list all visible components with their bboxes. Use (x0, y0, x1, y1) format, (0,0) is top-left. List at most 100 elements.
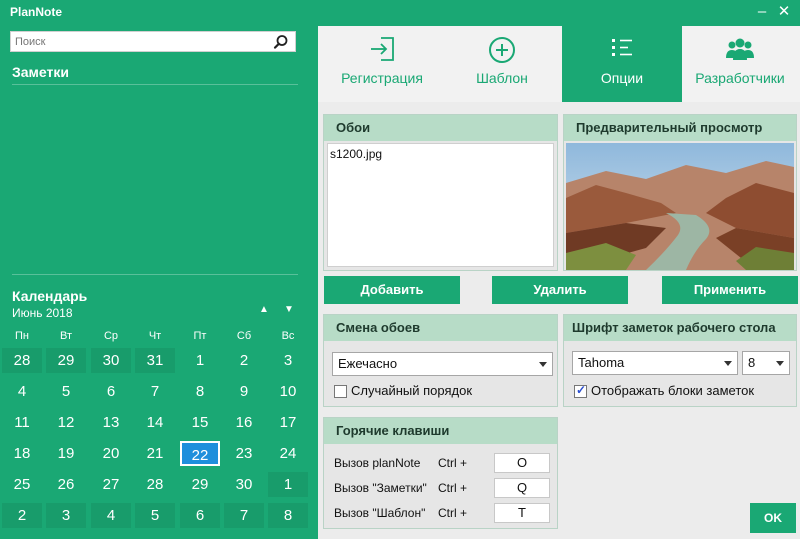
add-button[interactable]: Добавить (324, 276, 460, 304)
dropdown-arrow-icon (776, 361, 784, 366)
hotkey-label: Вызов planNote (334, 456, 421, 470)
chevron-down-icon[interactable]: ▼ (281, 304, 297, 318)
calendar-day[interactable]: 31 (135, 348, 175, 373)
calendar-day[interactable]: 30 (224, 472, 264, 497)
hotkey-modifier: Ctrl + (438, 456, 468, 470)
calendar-day[interactable]: 10 (268, 379, 308, 404)
calendar-day[interactable]: 13 (91, 410, 131, 435)
calendar-day[interactable]: 25 (2, 472, 42, 497)
font-family-value: Tahoma (578, 355, 625, 370)
hotkey-field-template[interactable]: T (494, 503, 550, 523)
calendar-day[interactable]: 5 (46, 379, 86, 404)
calendar-day[interactable]: 17 (268, 410, 308, 435)
hotkeys-panel: Горячие клавиши Вызов planNote Ctrl + O … (323, 417, 558, 529)
hotkey-field-plannote[interactable]: O (494, 453, 550, 473)
preview-panel: Предварительный просмотр (563, 114, 797, 271)
search-box (10, 31, 296, 52)
calendar-day[interactable]: 8 (268, 503, 308, 528)
users-icon (726, 38, 754, 60)
random-order-checkbox[interactable] (334, 385, 347, 398)
calendar-day[interactable]: 4 (91, 503, 131, 528)
calendar-weekday: Вс (281, 330, 295, 342)
calendar-day[interactable]: 29 (180, 472, 220, 497)
calendar-day[interactable]: 26 (46, 472, 86, 497)
hotkey-field-notes[interactable]: Q (494, 478, 550, 498)
calendar-weekday: Сб (236, 330, 252, 342)
calendar-weekday: Ср (103, 330, 119, 342)
search-icon[interactable] (273, 34, 289, 50)
calendar-day[interactable]: 2 (2, 503, 42, 528)
tab-label: Шаблон (476, 70, 528, 86)
app-title: PlanNote (10, 5, 63, 19)
tab-label: Опции (600, 70, 644, 86)
calendar-day[interactable]: 18 (2, 441, 42, 466)
show-blocks-checkbox[interactable]: ✓ (574, 383, 587, 398)
tab-options[interactable]: Опции (562, 26, 682, 102)
tab-registration[interactable]: Регистрация (322, 26, 442, 102)
font-family-select[interactable]: Tahoma (572, 351, 738, 375)
calendar-day[interactable]: 28 (2, 348, 42, 373)
calendar-day[interactable]: 6 (91, 379, 131, 404)
delete-button[interactable]: Удалить (492, 276, 628, 304)
divider (12, 274, 298, 275)
calendar-day[interactable]: 3 (268, 348, 308, 373)
dropdown-arrow-icon (539, 362, 547, 367)
search-input[interactable] (11, 32, 271, 51)
calendar-day[interactable]: 22 (180, 441, 220, 466)
calendar-day[interactable]: 1 (180, 348, 220, 373)
tab-template[interactable]: Шаблон (442, 26, 562, 102)
wallpaper-panel: Обои s1200.jpg (323, 114, 558, 271)
plus-circle-icon (489, 37, 515, 63)
calendar-day[interactable]: 7 (135, 379, 175, 404)
calendar-day[interactable]: 27 (91, 472, 131, 497)
tab-developers[interactable]: Разработчики (680, 26, 800, 102)
calendar-day[interactable]: 6 (180, 503, 220, 528)
preview-panel-title: Предварительный просмотр (564, 115, 796, 141)
list-icon (612, 39, 632, 56)
calendar-day[interactable]: 7 (224, 503, 264, 528)
hotkey-modifier: Ctrl + (438, 481, 468, 495)
notes-title: Заметки (12, 64, 69, 80)
hotkey-label: Вызов "Заметки" (334, 481, 427, 495)
tab-label: Разработчики (695, 70, 785, 86)
calendar-title: Календарь (12, 288, 88, 304)
calendar-day[interactable]: 12 (46, 410, 86, 435)
wallpaper-preview-image (566, 143, 794, 270)
calendar-day[interactable]: 19 (46, 441, 86, 466)
calendar-day[interactable]: 20 (91, 441, 131, 466)
calendar-weekday: Пт (193, 330, 207, 342)
font-size-select[interactable]: 8 (742, 351, 790, 375)
interval-select[interactable]: Ежечасно (332, 352, 553, 376)
calendar-day[interactable]: 29 (46, 348, 86, 373)
calendar-day[interactable]: 4 (2, 379, 42, 404)
list-item[interactable]: s1200.jpg (330, 147, 382, 161)
calendar-day[interactable]: 9 (224, 379, 264, 404)
chevron-up-icon[interactable]: ▲ (256, 304, 272, 318)
calendar-day[interactable]: 1 (268, 472, 308, 497)
calendar-day[interactable]: 23 (224, 441, 264, 466)
wallpaper-list[interactable]: s1200.jpg (327, 143, 554, 267)
apply-button[interactable]: Применить (662, 276, 798, 304)
calendar-day[interactable]: 5 (135, 503, 175, 528)
calendar-day[interactable]: 14 (135, 410, 175, 435)
login-icon (371, 37, 394, 61)
calendar-day[interactable]: 11 (2, 410, 42, 435)
calendar-day[interactable]: 21 (135, 441, 175, 466)
calendar-day[interactable]: 3 (46, 503, 86, 528)
calendar-day[interactable]: 24 (268, 441, 308, 466)
calendar-day[interactable]: 28 (135, 472, 175, 497)
font-panel: Шрифт заметок рабочего стола Tahoma 8 ✓ … (563, 314, 797, 407)
hotkey-label: Вызов "Шаблон" (334, 506, 426, 520)
calendar-day[interactable]: 16 (224, 410, 264, 435)
calendar-day[interactable]: 2 (224, 348, 264, 373)
calendar-day[interactable]: 8 (180, 379, 220, 404)
calendar-day[interactable]: 15 (180, 410, 220, 435)
wallpaper-panel-title: Обои (324, 115, 557, 141)
calendar-day[interactable]: 30 (91, 348, 131, 373)
calendar-month: Июнь 2018 (12, 306, 73, 320)
minimize-icon[interactable]: – (752, 2, 772, 22)
ok-button[interactable]: OK (750, 503, 796, 533)
divider (12, 84, 298, 85)
close-icon[interactable]: ✕ (774, 2, 794, 22)
interval-value: Ежечасно (338, 356, 398, 371)
